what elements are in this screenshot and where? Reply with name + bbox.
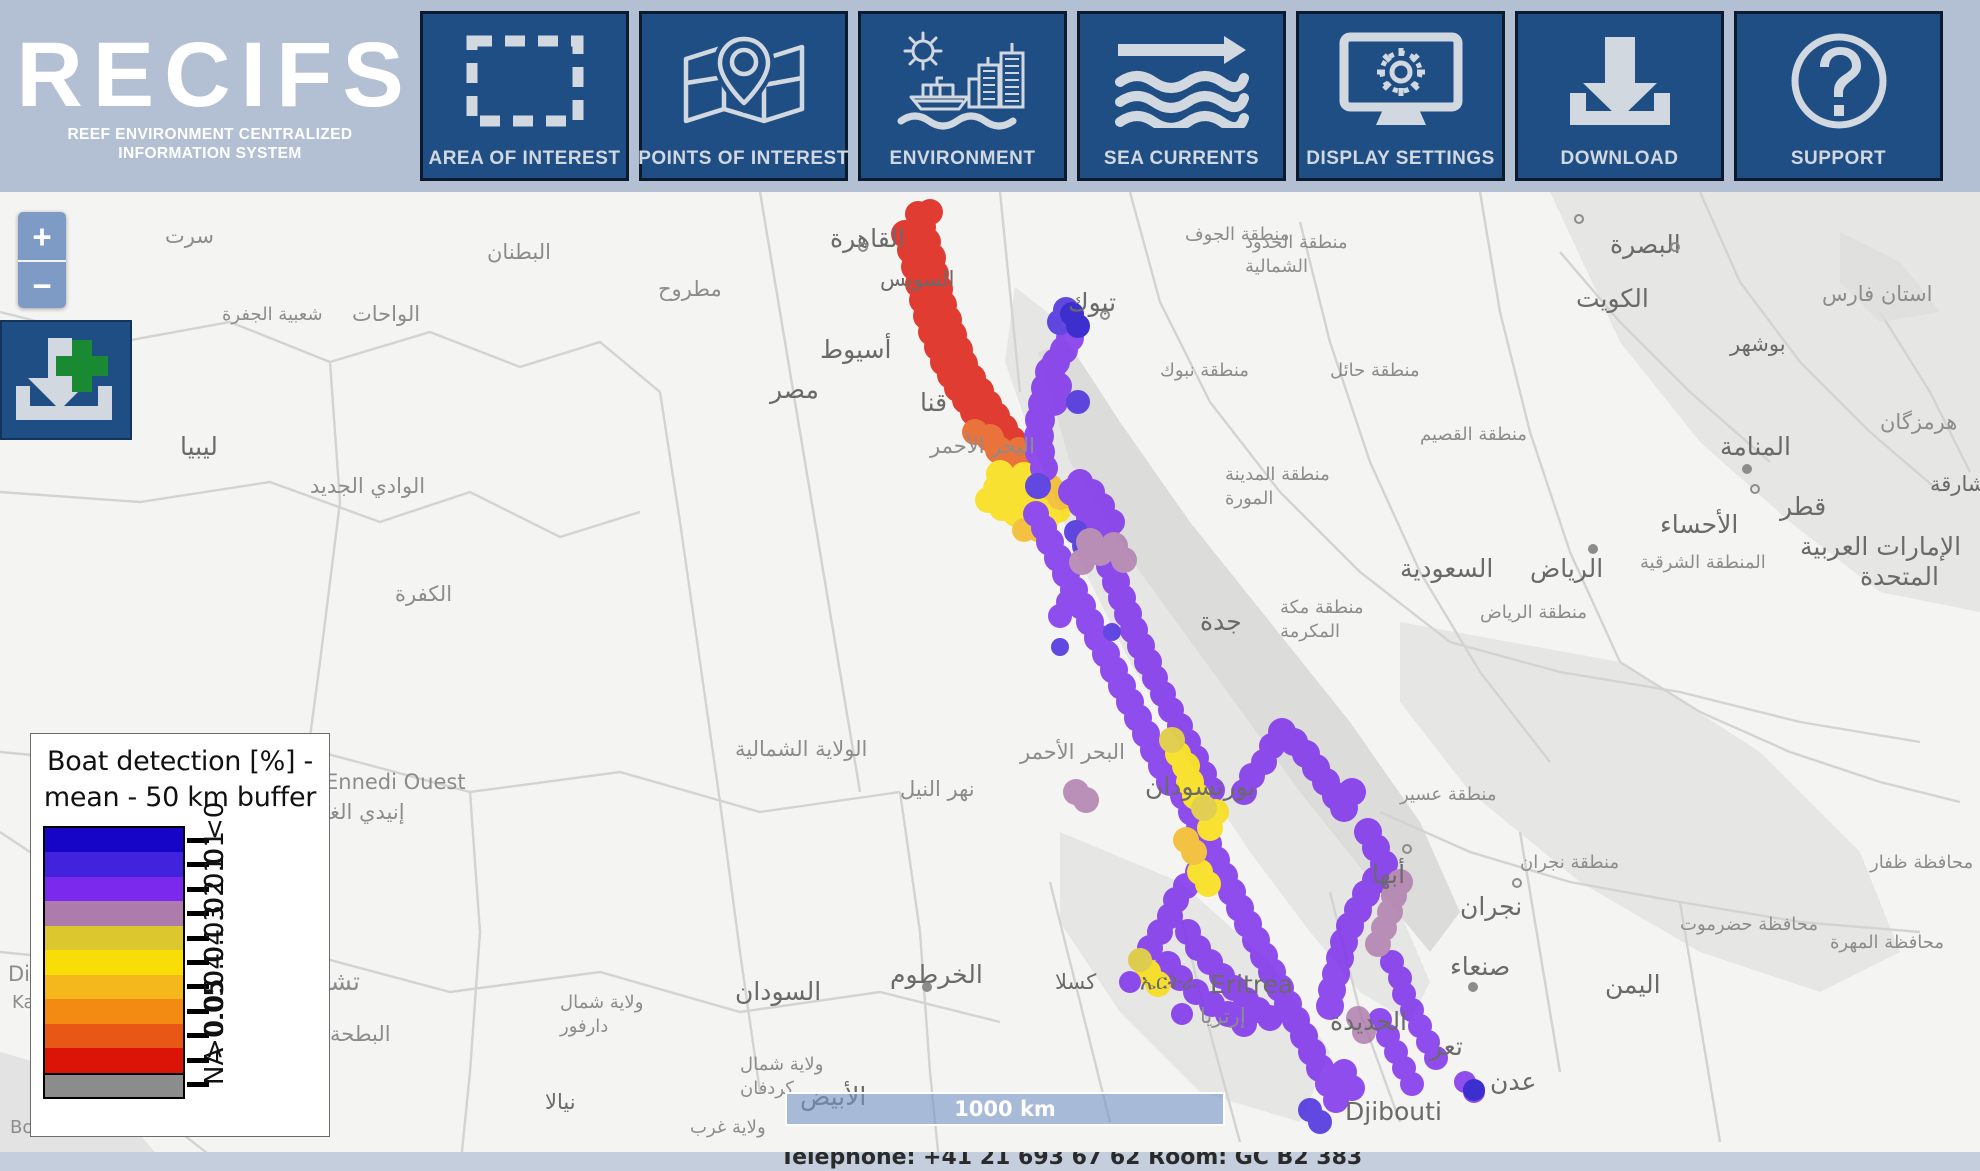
- download-tray-icon: [1518, 14, 1721, 148]
- legend-color-band: [45, 1072, 183, 1097]
- legend-tick-label: NA: [200, 1047, 230, 1085]
- footer-contact-text: Telephone: +41 21 693 67 62 Room: GC B2 …: [780, 1152, 1363, 1170]
- city-marker: [858, 242, 868, 252]
- question-circle-icon: [1737, 14, 1940, 148]
- legend-color-band: [45, 925, 183, 951]
- city-marker: [1468, 982, 1478, 992]
- map-viewport[interactable]: الواحات سرت البطنان مطروح القاهرة السويس تبوك م…: [0, 192, 1980, 1171]
- legend-colorbar: [43, 826, 185, 1099]
- legend-title: Boat detection [%] - mean - 50 km buffer: [43, 744, 317, 816]
- monitor-gear-icon: [1299, 14, 1502, 148]
- dashed-rectangle-icon: [423, 14, 626, 148]
- scale-bar-label: 1000 km: [954, 1097, 1056, 1121]
- nav-label: SEA CURRENTS: [1103, 148, 1260, 169]
- legend-color-band: [45, 901, 183, 926]
- legend-colorbar-group: <0 0 0.01 0.01 0.02 0.03 0.04 0.04 0.05 >0.05 NA: [43, 802, 317, 1106]
- map-scale-bar: 1000 km: [785, 1092, 1225, 1126]
- nav-label: POINTS OF INTEREST: [638, 148, 849, 169]
- legend-color-band: [45, 828, 183, 853]
- legend-color-band: [45, 999, 183, 1024]
- download-plus-icon: [16, 338, 112, 420]
- brand-title: RECIFS: [16, 24, 414, 126]
- sun-boat-city-waves-icon: [861, 14, 1064, 148]
- legend-color-band: [45, 974, 183, 1000]
- nav-button-download[interactable]: DOWNLOAD: [1515, 11, 1724, 181]
- city-marker: [1402, 844, 1412, 854]
- nav-label: DOWNLOAD: [1560, 148, 1679, 169]
- city-marker: [1742, 464, 1752, 474]
- nav-button-sea-currents[interactable]: SEA CURRENTS: [1077, 11, 1286, 181]
- city-marker: [1670, 242, 1680, 252]
- nav-label: DISPLAY SETTINGS: [1306, 148, 1495, 169]
- city-marker: [1512, 878, 1522, 888]
- legend-color-band: [45, 852, 183, 877]
- legend-color-band: [45, 950, 183, 975]
- app-logo: RECIFS REEF ENVIRONMENT CENTRALIZED INFO…: [0, 0, 420, 192]
- nav-label: AREA OF INTEREST: [428, 148, 621, 169]
- nav-label: ENVIRONMENT: [889, 148, 1036, 169]
- city-marker: [1574, 214, 1584, 224]
- zoom-out-button[interactable]: −: [18, 260, 66, 308]
- map-legend: Boat detection [%] - mean - 50 km buffer…: [30, 733, 330, 1137]
- brand-subtitle-line2: INFORMATION SYSTEM: [118, 145, 302, 162]
- legend-color-band: [45, 1048, 183, 1073]
- legend-color-band: [45, 1023, 183, 1049]
- zoom-in-button[interactable]: +: [18, 212, 66, 260]
- nav-button-support[interactable]: SUPPORT: [1734, 11, 1943, 181]
- map-pin-icon: [642, 14, 845, 148]
- nav-label: SUPPORT: [1790, 148, 1887, 169]
- city-marker: [1100, 310, 1110, 320]
- legend-color-band: [45, 876, 183, 902]
- recifs-application: RECIFS REEF ENVIRONMENT CENTRALIZED INFO…: [0, 0, 1980, 1171]
- legend-title-line1: Boat detection [%] -: [47, 746, 313, 777]
- legend-ticks: <0 0 0.01 0.01 0.02 0.03 0.04 0.04 0.05 >0.05 NA: [187, 802, 337, 1099]
- arrow-waves-icon: [1080, 14, 1283, 148]
- nav-button-display-settings[interactable]: DISPLAY SETTINGS: [1296, 11, 1505, 181]
- app-header: RECIFS REEF ENVIRONMENT CENTRALIZED INFO…: [0, 0, 1980, 192]
- download-selection-button[interactable]: [0, 320, 132, 440]
- brand-subtitle-line1: REEF ENVIRONMENT CENTRALIZED: [67, 126, 353, 143]
- city-marker: [1588, 544, 1598, 554]
- legend-title-line2: mean - 50 km buffer: [43, 782, 317, 813]
- nav-button-points-of-interest[interactable]: POINTS OF INTEREST: [638, 11, 849, 181]
- map-zoom-control[interactable]: + −: [18, 212, 66, 308]
- city-marker: [922, 982, 932, 992]
- nav-button-environment[interactable]: ENVIRONMENT: [858, 11, 1067, 181]
- nav-button-area-of-interest[interactable]: AREA OF INTEREST: [420, 11, 629, 181]
- city-marker: [1750, 484, 1760, 494]
- page-footer-strip: Telephone: +41 21 693 67 62 Room: GC B2 …: [0, 1152, 1980, 1171]
- main-toolbar: AREA OF INTEREST POINTS OF INTEREST ENVI…: [420, 0, 1943, 192]
